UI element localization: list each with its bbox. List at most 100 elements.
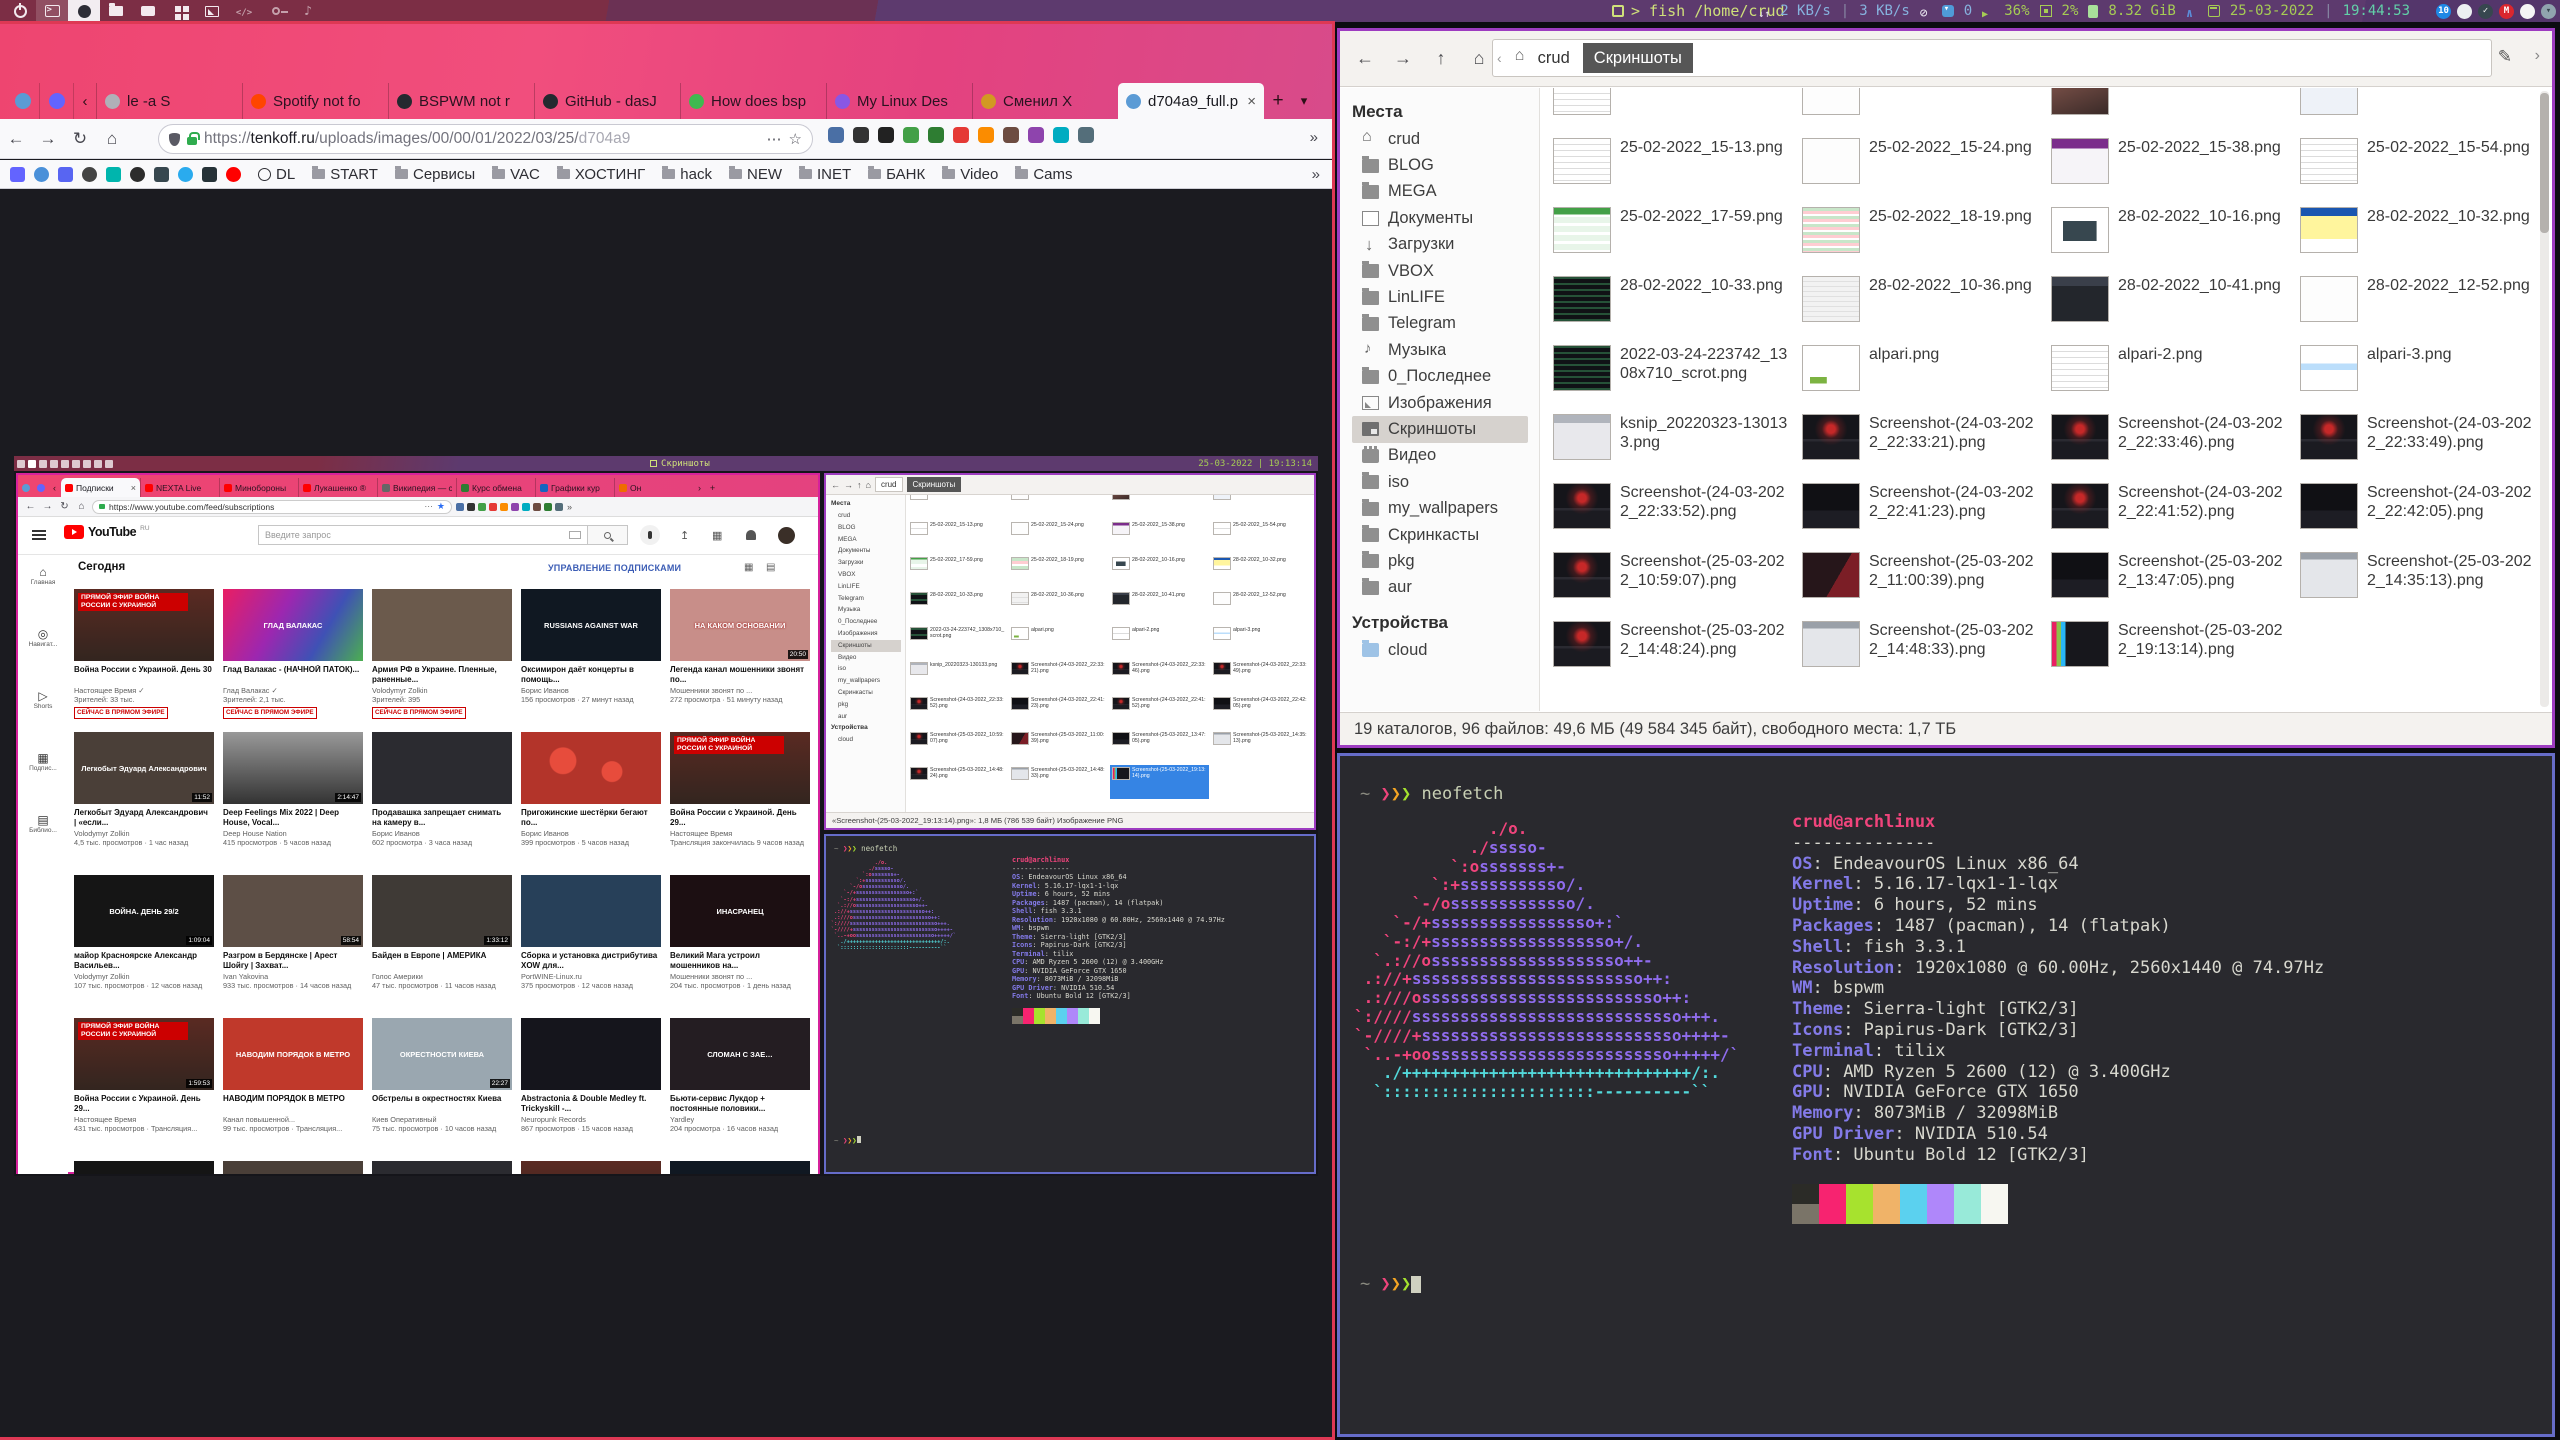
bookmark-favicon-9[interactable]	[202, 167, 217, 182]
bookmark-item[interactable]: Video	[942, 166, 998, 183]
workspace-terminal[interactable]	[36, 0, 68, 22]
file-item[interactable]: 28-02-2022_10-36.png	[1799, 273, 2044, 339]
file-item[interactable]: alpari.png	[1799, 342, 2044, 408]
file-item[interactable]: Screenshot-(24-03-2022_22:33:52).png	[1550, 480, 1795, 546]
file-item[interactable]: 25-02-2022_12-14.png	[2048, 88, 2293, 132]
browser-tab[interactable]: Сменил X	[972, 83, 1118, 119]
chevron-up-icon[interactable]	[2186, 5, 2198, 17]
bookmark-item[interactable]: hack	[662, 166, 712, 183]
file-item[interactable]: Screenshot-(25-03-2022_14:48:24).png	[1550, 618, 1795, 684]
terminal-window[interactable]: ~ ❯❯❯ neofetch ./o. ./sssso- `:osssssss+…	[1337, 753, 2555, 1437]
tab-list-icon[interactable]: ▾	[1292, 83, 1316, 119]
browser-tab[interactable]: My Linux Des	[826, 83, 972, 119]
file-item[interactable]: 25-02-2022_18-19.png	[1799, 204, 2044, 270]
bookmark-item[interactable]: ХОСТИНГ	[557, 166, 645, 183]
bookmark-item[interactable]: NEW	[729, 166, 782, 183]
bookmark-favicon-4[interactable]	[82, 167, 97, 182]
file-item[interactable]: Screenshot-(25-03-2022_14:35:13).png	[2297, 549, 2542, 615]
sidebar-item-Документы[interactable]: Документы	[1352, 205, 1539, 231]
file-item[interactable]: Screenshot-(25-03-2022_10:59:07).png	[1550, 549, 1795, 615]
workspace-windows[interactable]	[164, 0, 196, 22]
bookmark-favicon-10[interactable]	[226, 167, 241, 182]
breadcrumb-current[interactable]: Скриншоты	[1583, 43, 1693, 73]
file-item[interactable]: 25-02-2022_17-59.png	[1550, 204, 1795, 270]
extension-icon-7[interactable]	[978, 127, 994, 143]
workspace-chat[interactable]	[132, 0, 164, 22]
thermometer-tray-icon[interactable]	[2457, 4, 2472, 19]
sidebar-item-Видео[interactable]: Видео	[1352, 443, 1539, 469]
bookmark-favicon-8[interactable]	[178, 167, 193, 182]
extension-icon-5[interactable]	[928, 127, 944, 143]
fm-home-button[interactable]: ⌂	[1464, 44, 1494, 74]
file-item[interactable]: Screenshot-(25-03-2022_14:48:33).png	[1799, 618, 2044, 684]
workspace-folder[interactable]	[100, 0, 132, 22]
bookmark-item[interactable]: Cams	[1015, 166, 1072, 183]
bookmark-item[interactable]: Сервисы	[395, 166, 475, 183]
file-item[interactable]: Screenshot-(25-03-2022_11:00:39).png	[1799, 549, 2044, 615]
extension-icon-3[interactable]	[878, 127, 894, 143]
browser-tab[interactable]: GitHub - dasJ	[534, 83, 680, 119]
file-item[interactable]: Screenshot-(24-03-2022_22:41:23).png	[1799, 480, 2044, 546]
file-item[interactable]: 25-02-2022_15-24.png	[1799, 135, 2044, 201]
sidebar-item-aur[interactable]: aur	[1352, 575, 1539, 601]
pin-tray-icon[interactable]	[2520, 4, 2535, 19]
bookmark-item[interactable]: INET	[799, 166, 851, 183]
sidebar-item-BLOG[interactable]: BLOG	[1352, 152, 1539, 178]
bookmark-star-icon[interactable]: ☆	[789, 130, 802, 148]
bookmark-item[interactable]: БАНК	[868, 166, 925, 183]
mega-tray-icon[interactable]: M	[2499, 4, 2514, 19]
reload-button[interactable]: ↻	[64, 129, 96, 149]
sidebar-item-crud[interactable]: crud	[1352, 126, 1539, 152]
workspace-key[interactable]	[260, 0, 292, 22]
overflow-menu-icon[interactable]: »	[1310, 129, 1318, 146]
url-bar[interactable]: https://tenkoff.ru/uploads/images/00/00/…	[158, 124, 813, 154]
fm-forward-button[interactable]: →	[1388, 44, 1418, 74]
sidebar-item-Скриншоты[interactable]: Скриншоты	[1352, 416, 1528, 442]
file-item[interactable]: 28-02-2022_10-32.png	[2297, 204, 2542, 270]
file-item[interactable]: alpari-3.png	[2297, 342, 2542, 408]
volume-icon[interactable]	[1982, 5, 1994, 17]
file-item[interactable]: 28-02-2022_10-16.png	[2048, 204, 2293, 270]
browser-tab[interactable]: le -a S	[96, 83, 242, 119]
back-button[interactable]: ←	[0, 129, 32, 149]
fm-up-button[interactable]: ↑	[1426, 44, 1456, 74]
extension-icon-9[interactable]	[1028, 127, 1044, 143]
workspace-code[interactable]	[228, 0, 260, 22]
file-item[interactable]: 28-02-2022_12-52.png	[2297, 273, 2542, 339]
bookmark-favicon-3[interactable]	[58, 167, 73, 182]
file-item[interactable]: 25-02-2022_15-54.png	[2297, 135, 2542, 201]
shield-check-tray-icon[interactable]: ✓	[2478, 4, 2493, 19]
file-item[interactable]: 25-02-2022_15-38.png	[2048, 135, 2293, 201]
fm-path-bar[interactable]: ‹ crud Скриншоты	[1492, 39, 2492, 77]
extension-icon-11[interactable]	[1078, 127, 1094, 143]
sidebar-item-Скринкасты[interactable]: Скринкасты	[1352, 522, 1539, 548]
extension-icon-1[interactable]	[828, 127, 844, 143]
file-item[interactable]: 24-03-2022_20-43.png	[1799, 88, 2044, 132]
file-item[interactable]: 28-02-2022_10-41.png	[2048, 273, 2293, 339]
mic-muted-icon[interactable]	[1920, 5, 1932, 17]
path-forward-icon[interactable]: ›	[2535, 47, 2540, 65]
workspace-power[interactable]	[4, 0, 36, 22]
file-item[interactable]: 24-02-2022_21-34.png	[1550, 88, 1795, 132]
indicator-blue-tray-icon[interactable]: 10	[2436, 4, 2451, 19]
file-item[interactable]: Screenshot-(24-03-2022_22:33:49).png	[2297, 411, 2542, 477]
fm-scrollbar-thumb[interactable]	[2540, 93, 2549, 233]
file-item[interactable]: 2022-03-24-223742_1308x710_scrot.png	[1550, 342, 1795, 408]
sidebar-item-VBOX[interactable]: VBOX	[1352, 258, 1539, 284]
breadcrumb-home[interactable]: crud	[1504, 43, 1581, 73]
extension-icon-2[interactable]	[853, 127, 869, 143]
sidebar-item-MEGA[interactable]: MEGA	[1352, 179, 1539, 205]
file-item[interactable]: 25-02-2022_15-13.png	[1550, 135, 1795, 201]
page-actions-icon[interactable]: ⋯	[767, 130, 782, 148]
workspace-image[interactable]	[196, 0, 228, 22]
bookmark-item[interactable]: START	[312, 166, 378, 183]
sidebar-item-iso[interactable]: iso	[1352, 469, 1539, 495]
file-item[interactable]: 28-02-2022_10-33.png	[1550, 273, 1795, 339]
file-item[interactable]: 25-02-2022_13-11.png	[2297, 88, 2542, 132]
bookmark-favicon-2[interactable]	[34, 167, 49, 182]
extension-icon-6[interactable]	[953, 127, 969, 143]
browser-tab[interactable]: Spotify not fo	[242, 83, 388, 119]
bookmark-favicon-1[interactable]	[10, 167, 25, 182]
fm-back-button[interactable]: ←	[1350, 44, 1380, 74]
file-item[interactable]: Screenshot-(25-03-2022_19:13:14).png	[2048, 618, 2293, 684]
